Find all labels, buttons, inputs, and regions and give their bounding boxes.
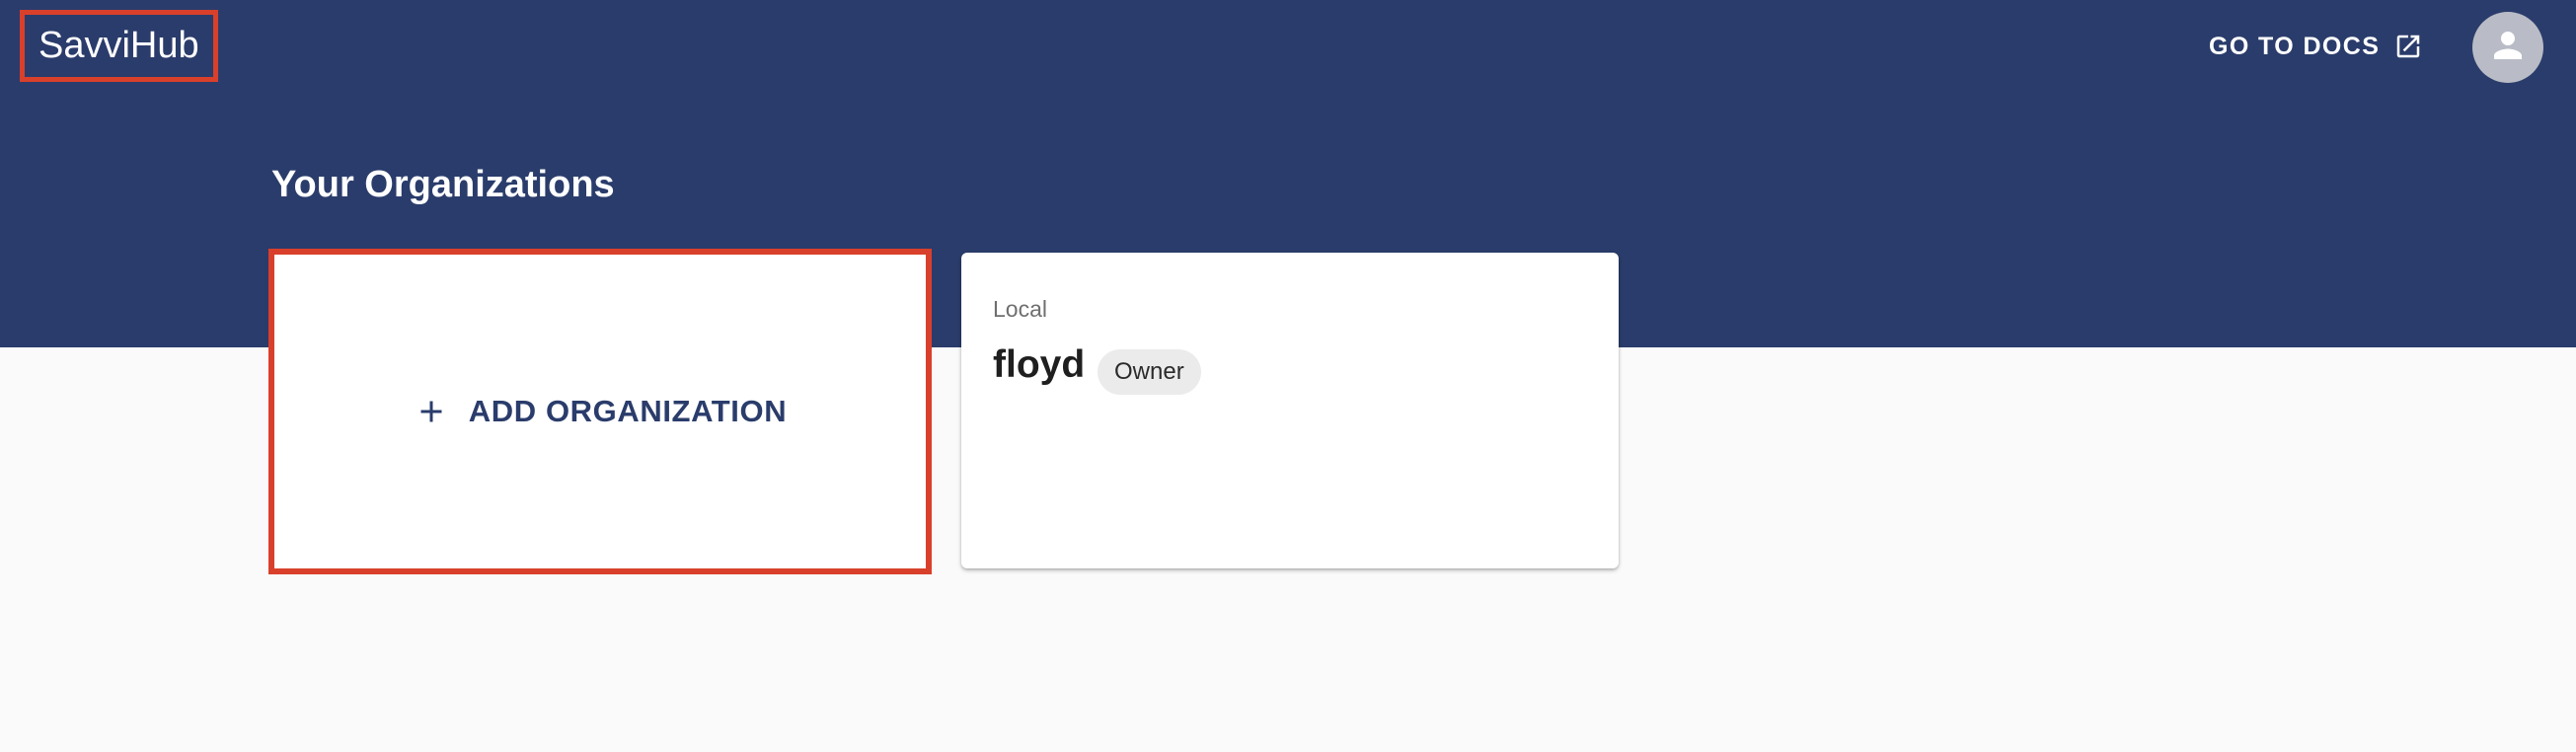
go-to-docs-link[interactable]: GO TO DOCS — [2209, 24, 2423, 69]
page: SavviHub GO TO DOCS Your Organizations A… — [0, 0, 2576, 752]
plus-icon — [414, 394, 449, 429]
organization-card[interactable]: Local floyd Owner — [961, 253, 1619, 568]
role-badge: Owner — [1098, 349, 1201, 395]
add-organization-button[interactable]: ADD ORGANIZATION — [268, 249, 932, 574]
app-logo[interactable]: SavviHub — [20, 10, 218, 82]
organization-name: floyd — [993, 343, 1086, 386]
organization-type: Local — [993, 296, 1047, 322]
external-link-icon — [2393, 32, 2423, 61]
page-title: Your Organizations — [271, 164, 615, 205]
go-to-docs-label: GO TO DOCS — [2209, 32, 2381, 60]
add-organization-label: ADD ORGANIZATION — [468, 394, 788, 428]
user-avatar-button[interactable] — [2472, 12, 2543, 83]
person-icon — [2487, 25, 2529, 71]
